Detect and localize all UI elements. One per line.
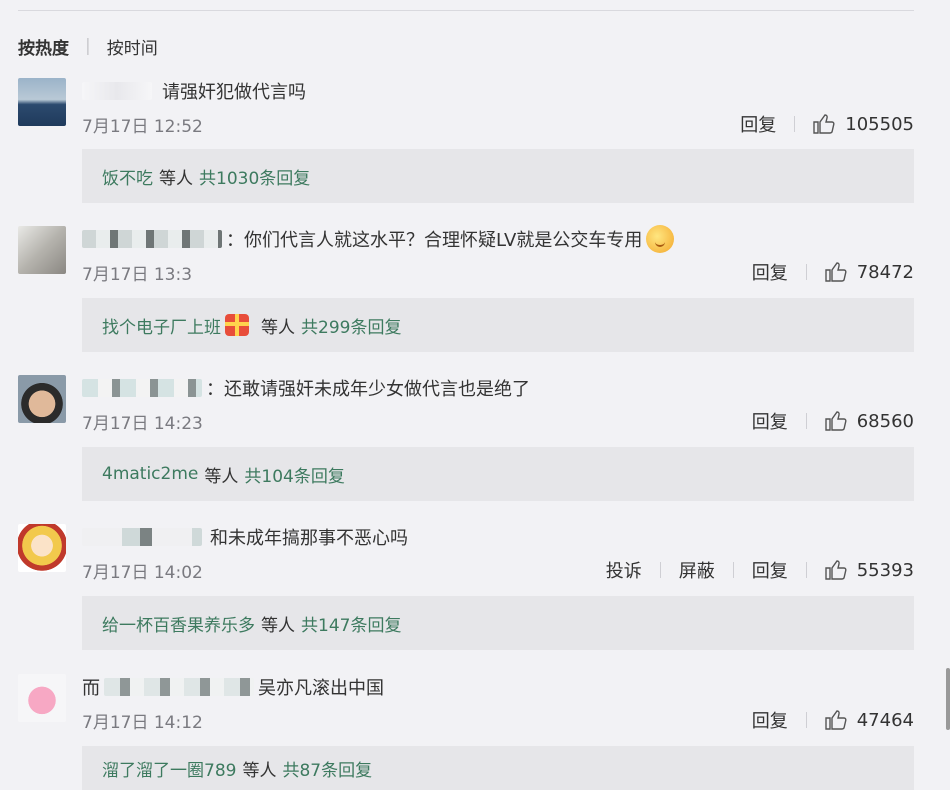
reply-preview-total[interactable]: 共147条回复 [301,611,401,636]
reply-preview-total[interactable]: 共87条回复 [282,756,372,781]
reply-preview[interactable]: 溜了溜了一圈789 等人 共87条回复 [82,746,914,790]
reply-preview[interactable]: 找个电子厂上班 等人 共299条回复 [82,298,914,352]
comment-time: 7月17日 14:23 [82,414,203,434]
comment-line: 和未成年搞那事不恶心吗 [82,524,408,550]
like-button[interactable]: 55393 [825,560,914,581]
like-count: 78472 [856,261,914,283]
sort-by-hot-tab[interactable]: 按热度 [18,34,69,59]
smiling-emoji-icon [646,225,675,253]
reply-preview-names[interactable]: 溜了溜了一圈789 [102,756,236,781]
blurred-username[interactable] [82,230,222,248]
comment-line: 而 吴亦凡滚出中国 [82,674,384,700]
reply-preview-names[interactable]: 4matic2me [102,464,198,484]
avatar[interactable] [18,674,66,722]
blurred-username[interactable] [82,379,202,397]
sort-by-time-tab[interactable]: 按时间 [107,34,158,59]
avatar[interactable] [18,524,66,572]
action-divider [794,116,796,132]
avatar[interactable] [18,375,66,423]
thumbs-up-icon [825,710,847,730]
comment-text: 和未成年搞那事不恶心吗 [210,528,408,549]
thumbs-up-icon [825,411,847,431]
reply-preview-names[interactable]: 给一杯百香果养乐多 [102,611,255,636]
like-button[interactable]: 105505 [813,114,914,135]
sort-separator: | [85,36,91,56]
gift-badge-icon [225,314,249,336]
reply-preview-names[interactable]: 饭不吃 [102,164,153,189]
report-button[interactable]: 投诉 [606,557,642,583]
reply-preview-total[interactable]: 共299条回复 [301,313,401,338]
comment-actions: 回复 78472 [752,259,914,285]
scrollbar[interactable] [946,668,950,730]
comment-actions: 回复 105505 [740,111,914,137]
reply-button[interactable]: 回复 [752,557,788,583]
thumbs-up-icon [825,560,847,580]
sort-tabs: 按热度 | 按时间 [18,34,158,59]
reply-preview-etc: 等人 [242,760,277,781]
like-count: 55393 [856,559,914,581]
action-divider [805,264,807,280]
comment-actions: 回复 68560 [752,408,914,434]
comment-line: ：你们代言人就这水平？合理怀疑LV就是公交车专用 [82,225,675,253]
block-button[interactable]: 屏蔽 [679,557,715,583]
action-divider [805,712,807,728]
comment-actions: 回复 47464 [752,707,914,733]
reply-preview-etc: 等人 [261,317,295,338]
reply-button[interactable]: 回复 [740,111,776,137]
comment-line: ：还敢请强奸未成年少女做代言也是绝了 [82,375,530,401]
reply-preview-total[interactable]: 共1030条回复 [199,164,310,189]
comment-time: 7月17日 13:3 [82,265,193,285]
action-divider [805,562,807,578]
comment-time: 7月17日 14:12 [82,713,203,733]
comment-time: 7月17日 14:02 [82,563,203,583]
top-divider [18,10,914,11]
comment-actions: 投诉 屏蔽 回复 55393 [606,557,914,583]
reply-preview[interactable]: 4matic2me 等人 共104条回复 [82,447,914,501]
reply-preview-names[interactable]: 找个电子厂上班 [102,313,221,338]
like-count: 47464 [856,709,914,731]
action-divider [732,562,734,578]
username-fragment[interactable]: 而 [82,674,100,700]
reply-preview-etc: 等人 [261,615,295,636]
blurred-username[interactable] [82,82,152,100]
comment-text: ：还敢请强奸未成年少女做代言也是绝了 [206,379,530,400]
avatar[interactable] [18,78,66,126]
reply-preview-etc: 等人 [204,466,239,487]
thumbs-up-icon [813,114,835,134]
comment-line: 请强奸犯做代言吗 [82,78,306,104]
reply-preview-total[interactable]: 共104条回复 [244,462,344,487]
like-count: 105505 [845,113,914,135]
like-button[interactable]: 47464 [825,710,914,731]
like-button[interactable]: 68560 [825,411,914,432]
reply-button[interactable]: 回复 [752,707,788,733]
comment-text: 请强奸犯做代言吗 [162,82,306,103]
comment-text: 吴亦凡滚出中国 [258,678,384,699]
action-divider [805,413,807,429]
reply-preview[interactable]: 饭不吃 等人 共1030条回复 [82,149,914,203]
blurred-username[interactable] [82,528,202,546]
action-divider [659,562,661,578]
like-count: 68560 [856,410,914,432]
reply-button[interactable]: 回复 [752,408,788,434]
like-button[interactable]: 78472 [825,262,914,283]
thumbs-up-icon [825,262,847,282]
blurred-username[interactable] [104,678,254,696]
reply-button[interactable]: 回复 [752,259,788,285]
comment-text: ：你们代言人就这水平？合理怀疑LV就是公交车专用 [226,230,643,251]
reply-preview-etc: 等人 [159,168,193,189]
reply-preview[interactable]: 给一杯百香果养乐多 等人 共147条回复 [82,596,914,650]
comment-time: 7月17日 12:52 [82,117,203,137]
avatar[interactable] [18,226,66,274]
